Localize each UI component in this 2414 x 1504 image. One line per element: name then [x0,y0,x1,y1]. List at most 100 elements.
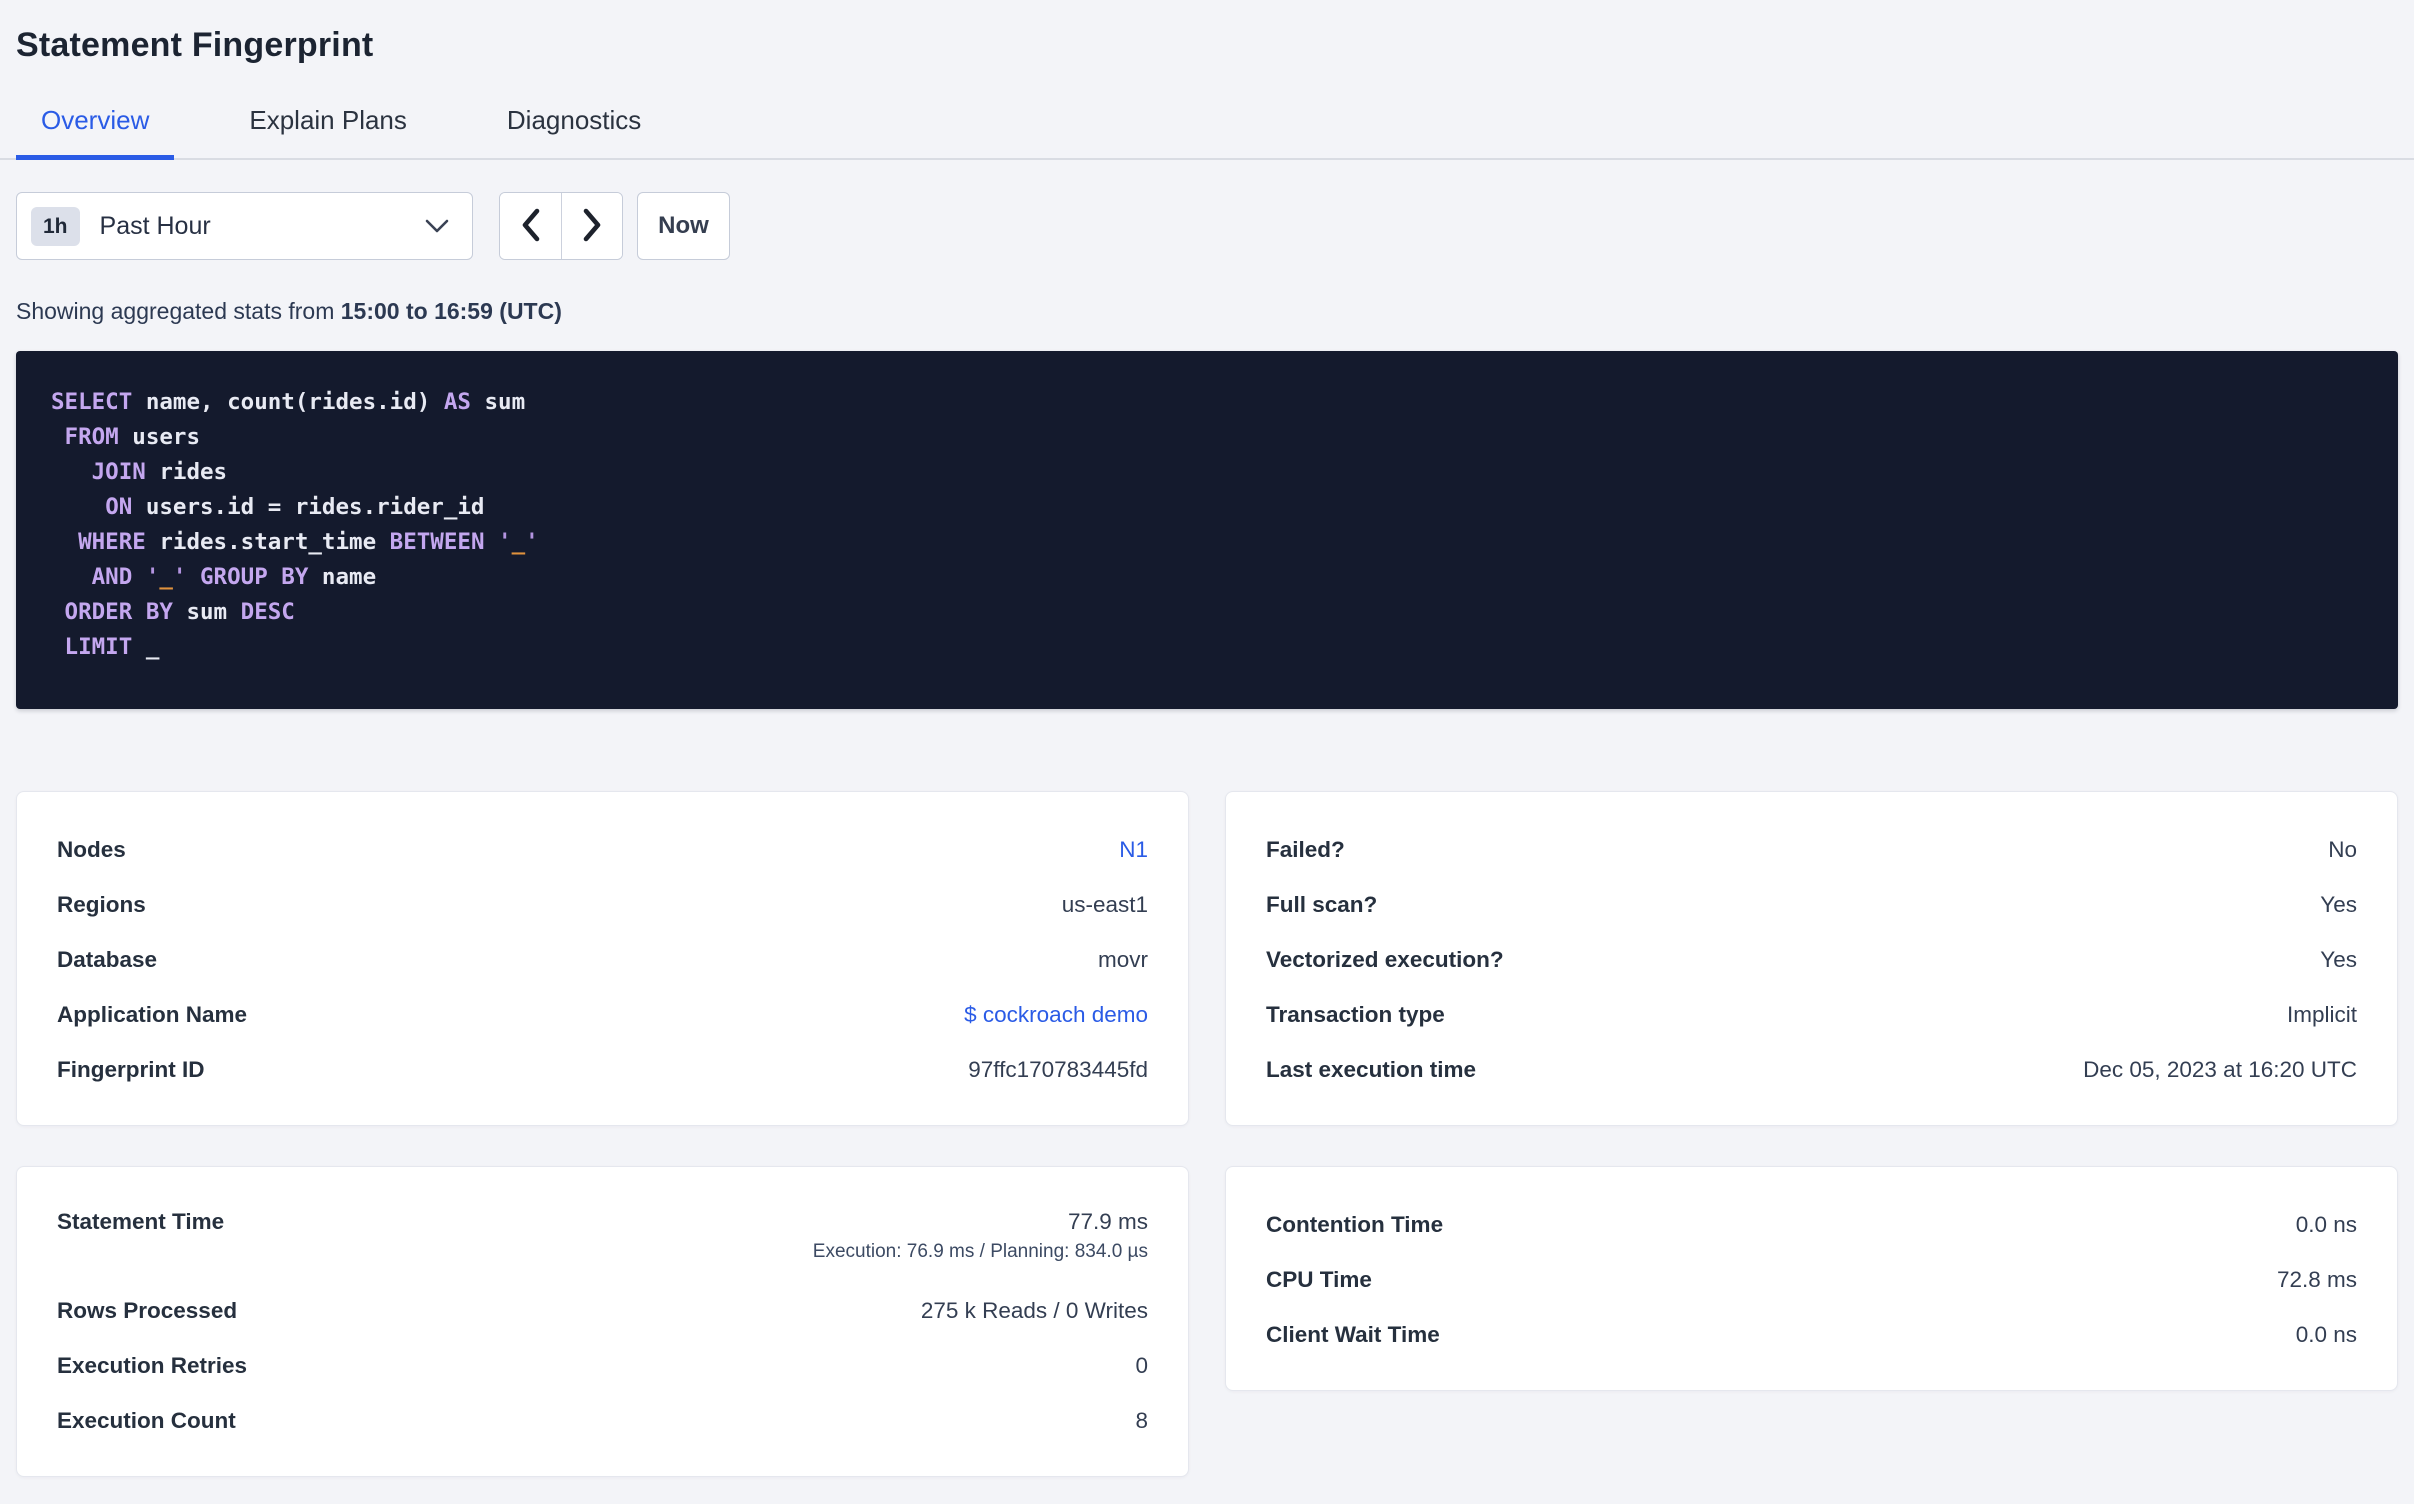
stat-value-group: 0 [1135,1353,1148,1379]
stat-row: Rows Processed 275 k Reads / 0 Writes [57,1283,1148,1338]
stat-label: Database [57,946,158,972]
stat-row: Last execution time Dec 05, 2023 at 16:20… [1266,1042,2357,1097]
stat-row: Statement Time 77.9 ms Execution: 76.9 ms … [57,1197,1148,1283]
statement-fingerprint-page: Statement Fingerprint Overview Explain P… [0,26,2414,1477]
stat-value: Implicit [2286,1001,2357,1027]
previous-time-button[interactable] [500,193,561,259]
time-range-dropdown[interactable]: 1h Past Hour [16,192,473,260]
sql-token: SELECT [51,389,133,415]
stat-value: 8 [1135,1407,1148,1433]
stat-label: Execution Count [57,1407,236,1433]
sql-token: users [118,424,201,450]
stat-label: Failed? [1266,836,1345,862]
stat-value-group: 77.9 ms Execution: 76.9 ms / Planning: 83… [813,1209,1148,1263]
execution-stats-row: Statement Time 77.9 ms Execution: 76.9 ms … [16,1166,2398,1477]
stat-value-group: $ cockroach demo [964,1002,1148,1028]
stat-label: Client Wait Time [1266,1321,1440,1347]
stat-row: Execution Count 8 [57,1393,1148,1448]
tab-overview[interactable]: Overview [16,97,175,160]
stat-value-group: 0.0 ns [2296,1322,2357,1348]
stat-value: 72.8 ms [2276,1266,2357,1292]
stat-label: Application Name [57,1001,248,1027]
stat-value: 97ffc170783445fd [968,1056,1148,1082]
stat-value-group: Dec 05, 2023 at 16:20 UTC [2083,1057,2357,1083]
stat-value: movr [1098,946,1148,972]
chevron-left-icon [520,207,542,246]
tab-diagnostics[interactable]: Diagnostics [482,97,666,160]
time-step-group [499,192,623,260]
stat-value: 77.9 ms [1067,1209,1148,1234]
sql-token: GROUP BY [200,564,309,590]
sql-statement: SELECT name, count(rides.id) AS sum FROM… [51,385,2364,665]
sql-token: WHERE [78,529,146,555]
stat-value-group: movr [1098,947,1148,973]
stat-value-group: 8 [1135,1408,1148,1434]
sql-token: _ [132,634,160,660]
stat-row: Application Name $ cockroach demo [57,987,1148,1042]
stat-row: Execution Retries 0 [57,1338,1148,1393]
time-range-label: Past Hour [99,211,211,240]
stat-value-group: Yes [2320,947,2357,973]
sql-token: ' [498,529,512,555]
stat-row: Full scan? Yes [1266,877,2357,932]
stat-label: Fingerprint ID [57,1056,205,1082]
sql-token: FROM [64,424,119,450]
tab-bar: Overview Explain Plans Diagnostics [0,97,2414,160]
next-time-button[interactable] [561,193,622,259]
stat-row: CPU Time 72.8 ms [1266,1252,2357,1307]
sql-token: rides [145,459,228,485]
stat-value: Yes [2320,946,2357,972]
stat-row: Contention Time 0.0 ns [1266,1197,2357,1252]
stat-value: 0.0 ns [2295,1321,2357,1347]
overview-details-card-right: Failed? No Full scan? Yes Vectorized executi… [1225,791,2398,1126]
sql-token: ' [145,564,160,590]
stat-row: Vectorized execution? Yes [1266,932,2357,987]
chevron-down-icon [424,218,450,235]
page-title: Statement Fingerprint [16,26,374,64]
stat-row: Regions us-east1 [57,877,1148,932]
execution-stats-card-right: Contention Time 0.0 ns CPU Time 72.8 ms Clie… [1225,1166,2398,1391]
stat-value-group: 72.8 ms [2277,1267,2357,1293]
stat-value: Dec 05, 2023 at 16:20 UTC [2083,1056,2357,1082]
stat-value-link[interactable]: N1 [1119,837,1148,862]
sql-token: BETWEEN [389,529,485,555]
stat-row: Nodes N1 [57,822,1148,877]
stat-value-group: 275 k Reads / 0 Writes [921,1298,1148,1324]
stat-label: Rows Processed [57,1297,238,1323]
stat-label: Transaction type [1266,1001,1445,1027]
stats-line-range: 15:00 to 16:59 (UTC) [340,298,562,324]
tab-explain-plans[interactable]: Explain Plans [224,97,432,160]
stat-row: Database movr [57,932,1148,987]
sql-statement-box: SELECT name, count(rides.id) AS sum FROM… [16,351,2398,709]
now-button[interactable]: Now [637,192,730,260]
sql-token: ' [525,529,539,555]
stat-value-link[interactable]: $ cockroach demo [964,1002,1148,1027]
stat-row: Failed? No [1266,822,2357,877]
sql-token: _ [511,529,526,555]
sql-token: sum [470,389,526,415]
stat-value: 0.0 ns [2295,1211,2357,1237]
stat-value: 0 [1135,1352,1148,1378]
execution-stats-card-left: Statement Time 77.9 ms Execution: 76.9 ms … [16,1166,1189,1477]
sql-token: ON [105,494,133,520]
stats-line-prefix: Showing aggregated stats from [16,298,341,324]
aggregated-stats-line: Showing aggregated stats from 15:00 to 1… [16,298,2398,325]
time-range-badge: 1h [31,206,80,246]
chevron-right-icon [581,207,603,246]
stat-value: 275 k Reads / 0 Writes [920,1297,1148,1323]
stat-value-group: Yes [2320,892,2357,918]
sql-token: AS [443,389,471,415]
stat-row: Transaction type Implicit [1266,987,2357,1042]
overview-cards-row: Nodes N1 Regions us-east1 Database movr Applic… [16,791,2398,1126]
stat-value-group: Implicit [2287,1002,2357,1028]
sql-token: DESC [240,599,295,625]
stat-label: Execution Retries [57,1352,248,1378]
sql-token: name, count(rides.id) [132,389,444,415]
